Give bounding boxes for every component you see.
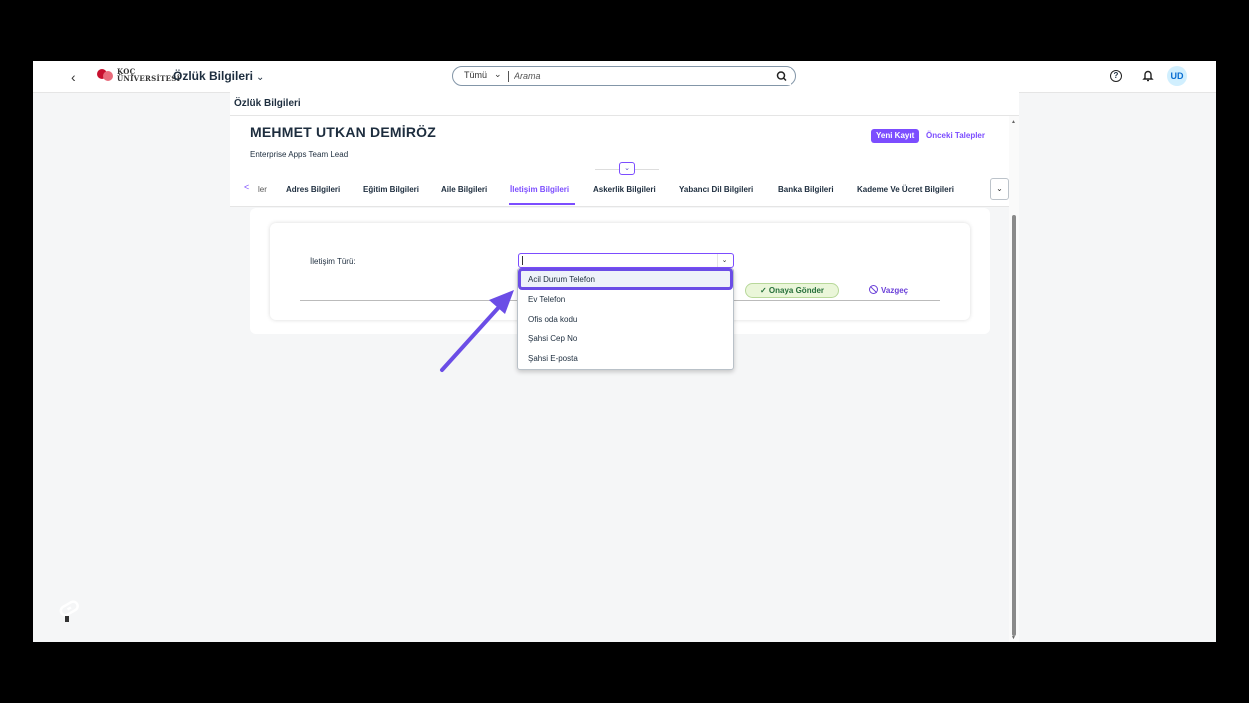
text-cursor	[522, 256, 523, 265]
app-window: ‹ KOÇ ÜNİVERSİTESİ Özlük Bilgileri ⌄ Tümü…	[33, 61, 1216, 642]
main-page: Özlük Bilgileri MEHMET UTKAN DEMİRÖZ Ent…	[230, 92, 1019, 642]
tab-bar: < ler Adres Bilgileri Eğitim Bilgileri A…	[230, 178, 1019, 207]
scroll-down-icon[interactable]: ▼	[1011, 635, 1016, 641]
employee-role: Enterprise Apps Team Lead	[250, 150, 349, 159]
search-input[interactable]	[514, 69, 754, 83]
previous-requests-button[interactable]: Önceki Talepler	[926, 131, 985, 140]
chevron-left-icon[interactable]: ‹	[71, 69, 76, 85]
tab-personal-partial[interactable]: ler	[258, 185, 267, 194]
help-icon[interactable]: ?	[1110, 70, 1122, 82]
app-title-menu[interactable]: Özlük Bilgileri ⌄	[173, 69, 264, 83]
tab-military[interactable]: Askerlik Bilgileri	[593, 185, 656, 194]
tab-contact[interactable]: İletişim Bilgileri	[510, 185, 569, 194]
tab-family[interactable]: Aile Bilgileri	[441, 185, 487, 194]
search-icon[interactable]	[773, 68, 791, 85]
scrollbar-thumb[interactable]	[1012, 215, 1016, 636]
shellbar: ‹ KOÇ ÜNİVERSİTESİ Özlük Bilgileri ⌄ Tümü…	[33, 61, 1216, 93]
contact-type-select[interactable]: ⌄	[518, 253, 734, 268]
chevron-down-icon[interactable]: ⌄	[717, 254, 731, 267]
chevron-down-icon[interactable]: ⌄	[494, 69, 502, 80]
search-divider	[508, 71, 509, 82]
checkmark-icon: ✓	[759, 286, 767, 295]
tab-education[interactable]: Eğitim Bilgileri	[363, 185, 419, 194]
koc-university-logo[interactable]: KOÇ ÜNİVERSİTESİ	[97, 68, 180, 82]
search-scope[interactable]: Tümü	[464, 70, 487, 80]
logo-line-2: ÜNİVERSİTESİ	[117, 74, 181, 83]
scroll-up-icon[interactable]: ▲	[1011, 119, 1016, 125]
cancel-icon	[869, 285, 878, 294]
tab-foreign-language[interactable]: Yabancı Dil Bilgileri	[679, 185, 753, 194]
new-record-button[interactable]: Yeni Kayıt	[871, 129, 920, 143]
avatar[interactable]: UD	[1167, 66, 1187, 86]
logo-text: KOÇ ÜNİVERSİTESİ	[117, 68, 180, 82]
cancel-label: Vazgeç	[881, 286, 909, 295]
contact-type-label: İletişim Türü:	[310, 257, 356, 266]
dropdown-option-email[interactable]: Şahsi E-posta	[528, 354, 578, 363]
dropdown-option-office-room[interactable]: Ofis oda kodu	[528, 315, 577, 324]
collapse-header-button[interactable]: ⌄	[619, 162, 635, 175]
chevron-down-icon: ⌄	[256, 72, 265, 83]
cancel-button[interactable]: Vazgeç	[869, 285, 908, 295]
send-for-approval-button[interactable]: ✓ Onaya Gönder	[745, 283, 839, 298]
tab-bank[interactable]: Banka Bilgileri	[778, 185, 834, 194]
divider	[230, 115, 1019, 116]
bell-icon[interactable]	[1142, 69, 1154, 87]
dropdown-option-home-phone[interactable]: Ev Telefon	[528, 295, 565, 304]
logo-mark	[97, 68, 113, 82]
dropdown-option-emergency-phone[interactable]: Acil Durum Telefon	[528, 275, 595, 284]
search-field: Tümü ⌄	[452, 66, 796, 86]
dropdown-option-mobile[interactable]: Şahsi Cep No	[528, 334, 577, 343]
tab-address[interactable]: Adres Bilgileri	[286, 185, 340, 194]
app-title: Özlük Bilgileri	[173, 69, 254, 83]
send-for-approval-label: Onaya Gönder	[768, 286, 825, 295]
page-title: Özlük Bilgileri	[234, 98, 301, 109]
link-icon	[57, 598, 81, 624]
active-tab-indicator	[509, 203, 575, 205]
employee-name: MEHMET UTKAN DEMİRÖZ	[250, 124, 436, 140]
tab-grade-salary[interactable]: Kademe Ve Ücret Bilgileri	[857, 185, 954, 194]
chevron-left-icon[interactable]: <	[244, 182, 249, 192]
tab-overflow-button[interactable]: ⌄	[990, 178, 1009, 200]
